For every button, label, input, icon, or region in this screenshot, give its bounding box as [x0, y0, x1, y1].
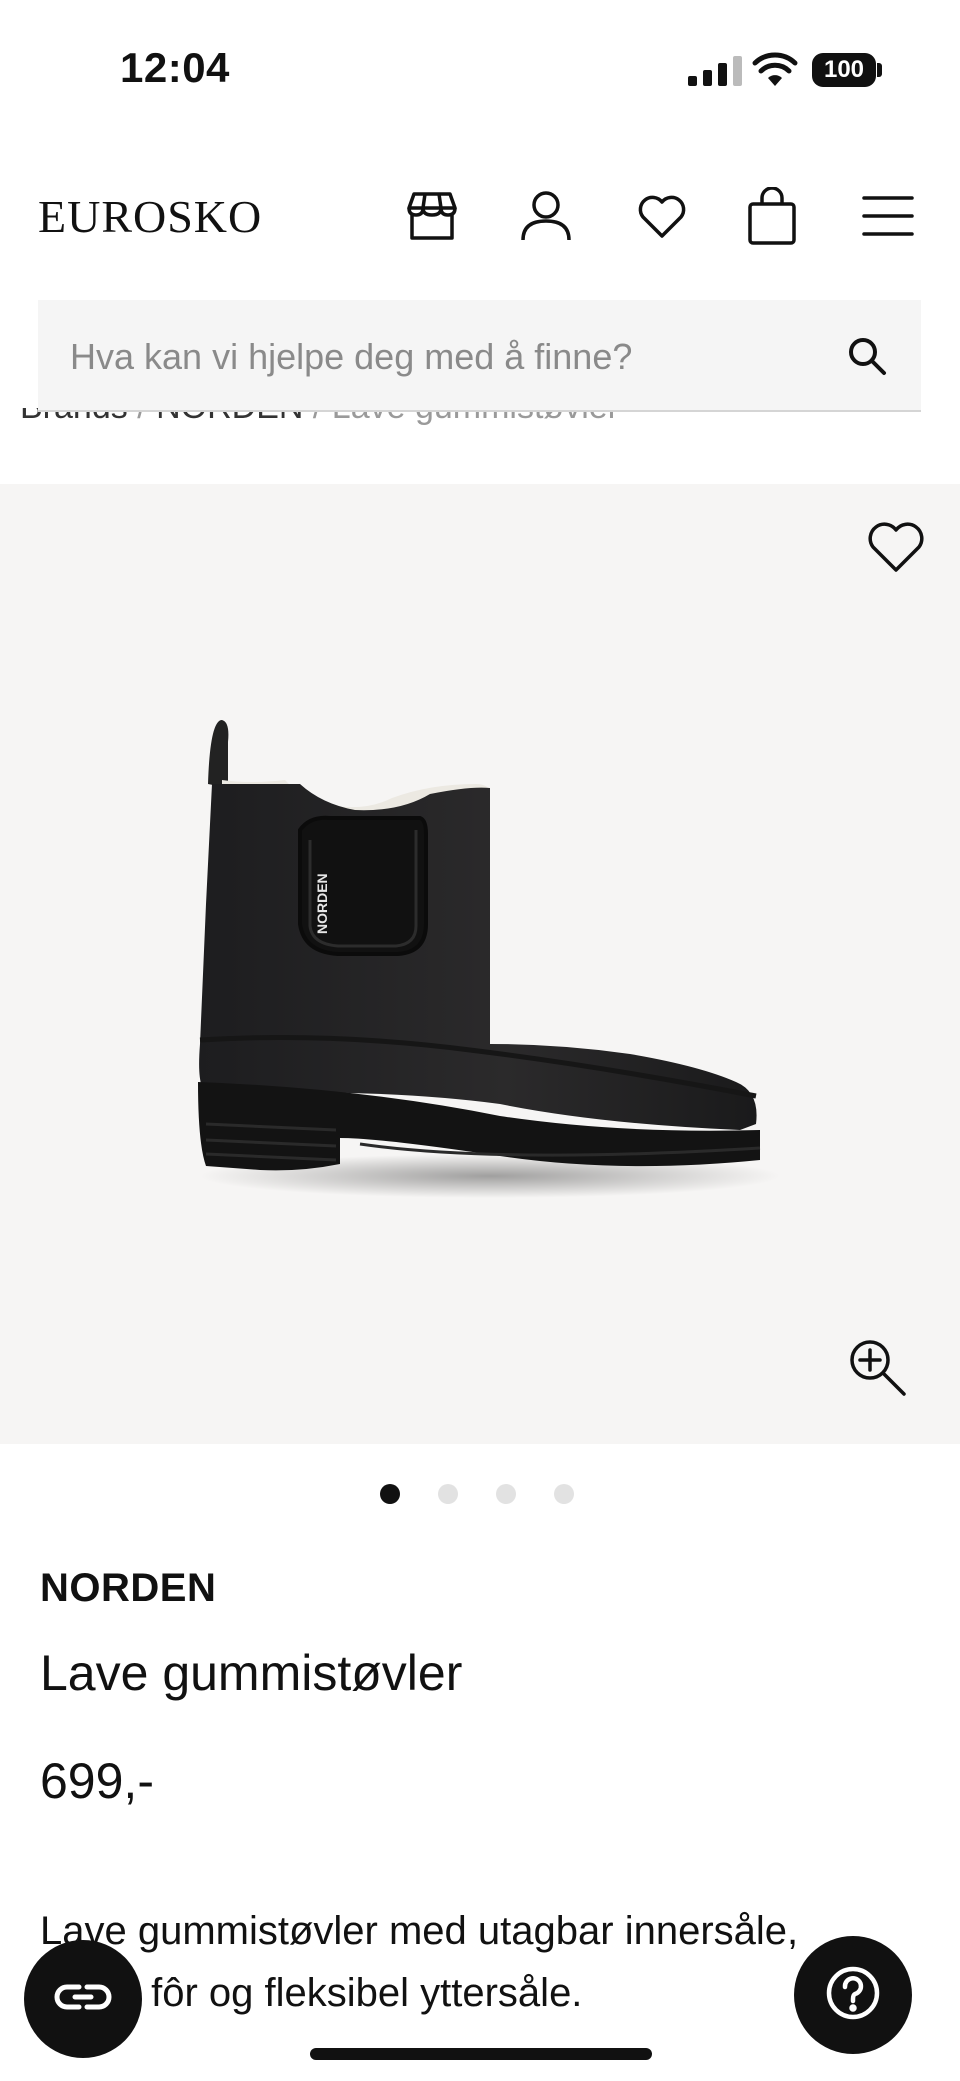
product-title: Lave gummistøvler — [40, 1645, 463, 1701]
home-indicator[interactable] — [310, 2048, 652, 2060]
bag-icon[interactable] — [744, 187, 800, 245]
boot-brand-label: NORDEN — [314, 873, 330, 934]
help-icon — [825, 1965, 881, 2026]
carousel-dots — [380, 1484, 574, 1504]
product-price: 699,- — [40, 1753, 154, 1809]
carousel-dot[interactable] — [554, 1484, 574, 1504]
wifi-icon — [752, 52, 798, 93]
help-button[interactable] — [794, 1936, 912, 2054]
status-time: 12:04 — [120, 44, 230, 91]
battery-indicator: 100 — [812, 53, 876, 87]
product-image[interactable]: NORDEN — [0, 484, 960, 1444]
product-brand[interactable]: NORDEN — [40, 1566, 216, 1611]
carousel-dot[interactable] — [380, 1484, 400, 1504]
carousel-dot[interactable] — [438, 1484, 458, 1504]
favorite-heart-icon[interactable] — [866, 520, 926, 576]
cellular-signal-icon — [688, 56, 742, 86]
search-icon[interactable] — [841, 330, 893, 382]
zoom-in-icon[interactable] — [846, 1336, 910, 1400]
chat-link-icon — [53, 1982, 113, 2017]
carousel-dot[interactable] — [496, 1484, 516, 1504]
rubber-boot-image: NORDEN — [198, 720, 780, 1198]
search-input[interactable] — [68, 328, 852, 386]
search-bar — [38, 300, 921, 412]
menu-icon[interactable] — [860, 188, 916, 244]
user-icon[interactable] — [518, 188, 574, 244]
chat-link-button[interactable] — [24, 1940, 142, 2058]
breadcrumb: Brands / NORDEN / Lave gummistøvler — [20, 408, 619, 442]
heart-icon[interactable] — [634, 188, 690, 244]
store-icon[interactable] — [404, 188, 460, 244]
battery-cap — [877, 63, 882, 77]
site-logo[interactable]: EUROSKO — [38, 190, 262, 243]
product-description: Lave gummistøvler med utagbar innersåle,… — [40, 1909, 799, 2015]
